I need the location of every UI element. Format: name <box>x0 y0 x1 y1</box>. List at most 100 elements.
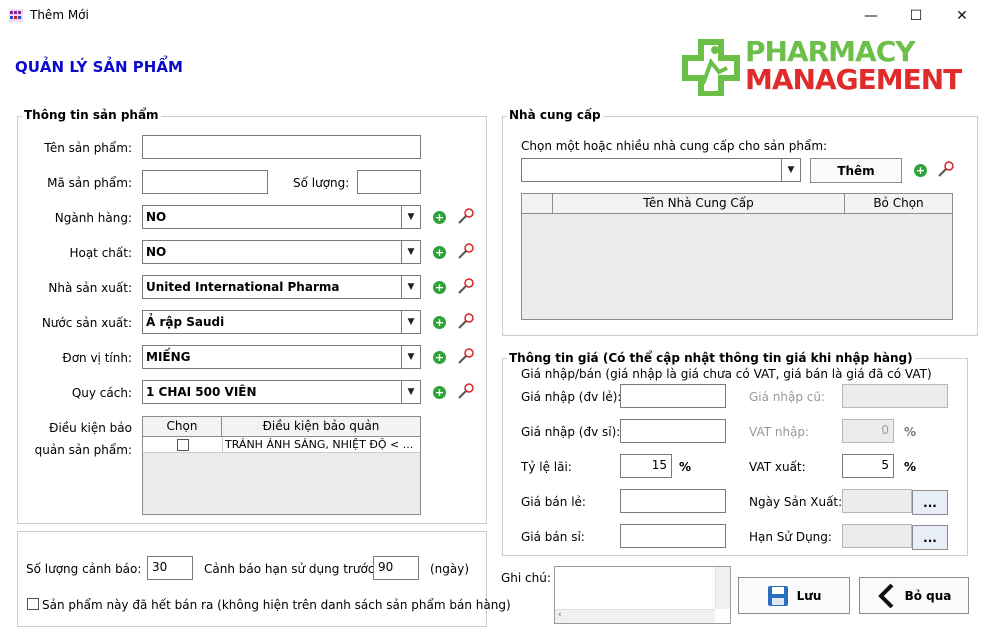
expiry-date-input[interactable] <box>842 524 912 548</box>
mfg-date-picker-button[interactable]: ... <box>912 490 948 515</box>
expiry-warning-input[interactable]: 90 <box>373 556 419 580</box>
save-button[interactable]: Lưu <box>738 577 850 614</box>
chevron-down-icon[interactable]: ▼ <box>401 311 420 333</box>
supplier-value <box>522 159 781 181</box>
sell-wholesale-label: Giá bán sỉ: <box>521 530 585 544</box>
chevron-down-icon[interactable]: ▼ <box>401 346 420 368</box>
close-button[interactable]: ✕ <box>939 0 985 31</box>
unit-label: Đơn vị tính: <box>62 351 132 365</box>
chevron-down-icon[interactable]: ▼ <box>401 206 420 228</box>
packing-value: 1 CHAI 500 VIÊN <box>146 385 257 399</box>
search-unit-icon[interactable] <box>457 347 475 365</box>
sell-wholesale-input[interactable] <box>620 524 726 548</box>
manufacturer-label: Nhà sản xuất: <box>48 281 132 295</box>
product-name-label: Tên sản phẩm: <box>44 141 132 155</box>
table-row[interactable]: TRÁNH ÁNH SÁNG, NHIỆT ĐỘ < ... <box>143 437 420 453</box>
add-manufacturer-icon[interactable]: + <box>433 281 446 294</box>
country-select[interactable]: Ả rập Saudi ▼ <box>142 310 421 334</box>
storage-col-select[interactable]: Chọn <box>143 417 222 437</box>
supplier-col-name[interactable]: Tên Nhà Cung Cấp <box>553 194 845 214</box>
logo-management-text: MANAGEMENT <box>745 63 962 96</box>
maximize-button[interactable]: ☐ <box>893 0 939 31</box>
title-bar: Thêm Mới — ☐ ✕ <box>0 0 986 31</box>
manufacturer-select[interactable]: United International Pharma ▼ <box>142 275 421 299</box>
pharmacy-logo: PHARMACY MANAGEMENT <box>681 35 981 97</box>
storage-col-condition[interactable]: Điều kiện bảo quản <box>222 417 420 437</box>
qty-warning-input[interactable]: 30 <box>147 556 193 580</box>
add-packing-icon[interactable]: + <box>433 386 446 399</box>
ingredient-select[interactable]: NO ▼ <box>142 240 421 264</box>
search-country-icon[interactable] <box>457 312 475 330</box>
supplier-title: Nhà cung cấp <box>507 108 603 122</box>
storage-label-line1: Điều kiện bảo <box>49 421 132 435</box>
search-ingredient-icon[interactable] <box>457 242 475 260</box>
add-ingredient-icon[interactable]: + <box>433 246 446 259</box>
vat-out-input[interactable]: 5 <box>842 454 894 478</box>
supplier-prompt: Chọn một hoặc nhiều nhà cung cấp cho sản… <box>521 139 828 153</box>
packing-select[interactable]: 1 CHAI 500 VIÊN ▼ <box>142 380 421 404</box>
sell-retail-label: Giá bán lẻ: <box>521 495 586 509</box>
product-code-input[interactable] <box>142 170 268 194</box>
chevron-down-icon[interactable]: ▼ <box>401 276 420 298</box>
supplier-col-remove[interactable]: Bỏ Chọn <box>845 194 952 214</box>
minimize-button[interactable]: — <box>848 0 894 31</box>
page-title: QUẢN LÝ SẢN PHẨM <box>15 58 183 76</box>
skip-button[interactable]: Bỏ qua <box>859 577 969 614</box>
skip-label: Bỏ qua <box>904 588 952 603</box>
add-category-icon[interactable]: + <box>433 211 446 224</box>
window-title: Thêm Mới <box>30 8 89 22</box>
chevron-down-icon[interactable]: ▼ <box>401 241 420 263</box>
margin-label: Tỷ lệ lãi: <box>521 460 572 474</box>
chevron-down-icon[interactable]: ▼ <box>781 159 800 181</box>
price-title: Thông tin giá (Có thể cập nhật thông tin… <box>507 351 915 365</box>
add-supplier-button[interactable]: Thêm <box>810 158 902 183</box>
supplier-select[interactable]: ▼ <box>521 158 801 182</box>
price-note: Giá nhập/bán (giá nhập là giá chưa có VA… <box>521 367 932 381</box>
horizontal-scrollbar[interactable]: ‹ <box>555 609 715 623</box>
vat-in-unit: % <box>904 425 917 439</box>
qty-warning-label: Số lượng cảnh báo: <box>26 562 142 576</box>
mfg-date-label: Ngày Sản Xuất: <box>749 495 843 509</box>
chevron-down-icon[interactable]: ▼ <box>401 381 420 403</box>
back-arrow-icon <box>877 583 894 608</box>
import-wholesale-input[interactable] <box>620 419 726 443</box>
product-code-label: Mã sản phẩm: <box>47 176 132 190</box>
pharmacy-cross-icon <box>682 39 740 96</box>
import-retail-input[interactable] <box>620 384 726 408</box>
country-label: Nước sản xuất: <box>41 316 132 330</box>
storage-table[interactable]: Chọn Điều kiện bảo quản TRÁNH ÁNH SÁNG, … <box>142 416 421 515</box>
supplier-table[interactable]: Tên Nhà Cung Cấp Bỏ Chọn <box>521 193 953 320</box>
note-textarea[interactable]: ‹ <box>554 566 731 624</box>
import-retail-label: Giá nhập (đv lẻ): <box>521 390 622 404</box>
category-select[interactable]: NO ▼ <box>142 205 421 229</box>
ingredient-label: Hoạt chất: <box>69 246 132 260</box>
unit-select[interactable]: MIẾNG ▼ <box>142 345 421 369</box>
search-manufacturer-icon[interactable] <box>457 277 475 295</box>
add-supplier-icon[interactable]: + <box>914 164 927 177</box>
supplier-col-index[interactable] <box>522 194 553 214</box>
search-packing-icon[interactable] <box>457 382 475 400</box>
sell-retail-input[interactable] <box>620 489 726 513</box>
margin-unit: % <box>679 460 692 474</box>
quantity-input[interactable] <box>357 170 421 194</box>
add-unit-icon[interactable]: + <box>433 351 446 364</box>
unit-value: MIẾNG <box>146 350 191 364</box>
vat-out-unit: % <box>904 460 917 474</box>
ingredient-value: NO <box>146 245 167 259</box>
search-category-icon[interactable] <box>457 207 475 225</box>
expiry-date-label: Hạn Sử Dụng: <box>749 530 832 544</box>
vertical-scrollbar[interactable] <box>715 567 730 609</box>
manufacturer-value: United International Pharma <box>146 280 340 294</box>
margin-input[interactable]: 15 <box>620 454 672 478</box>
discontinued-checkbox[interactable] <box>27 598 39 610</box>
expiry-date-picker-button[interactable]: ... <box>912 525 948 550</box>
product-name-input[interactable] <box>142 135 421 159</box>
add-country-icon[interactable]: + <box>433 316 446 329</box>
search-supplier-icon[interactable] <box>937 160 955 178</box>
country-value: Ả rập Saudi <box>146 315 225 329</box>
storage-row-checkbox[interactable] <box>177 439 189 451</box>
product-info-title: Thông tin sản phẩm <box>22 108 161 122</box>
vat-out-label: VAT xuất: <box>749 460 806 474</box>
storage-label-line2: quản sản phẩm: <box>34 443 132 457</box>
mfg-date-input[interactable] <box>842 489 912 513</box>
